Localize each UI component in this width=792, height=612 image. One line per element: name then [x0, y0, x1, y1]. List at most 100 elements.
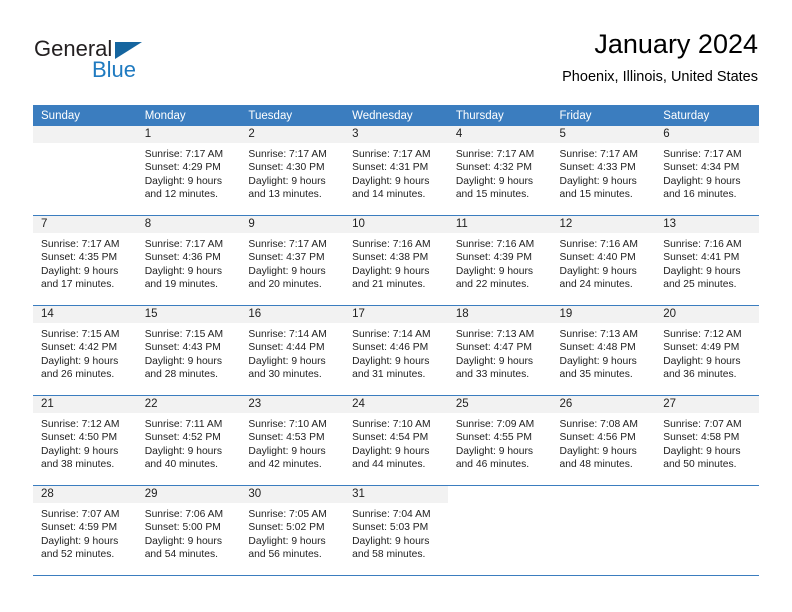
calendar-body: 1 Sunrise: 7:17 AM Sunset: 4:29 PM Daylight… [33, 126, 759, 576]
sunrise-time: Sunrise: 7:17 AM [144, 239, 224, 250]
day-number: 15 [136, 306, 241, 323]
sunrise-time: Sunrise: 7:12 AM [663, 329, 742, 340]
calendar-cell: 12 Sunrise: 7:16 AM Sunset: 4:40 PM Dayligh… [551, 216, 656, 306]
day-cell-24[interactable]: 24 Sunrise: 7:10 AM Sunset: 4:54 PM Dayligh… [344, 396, 448, 486]
sunset-time: Sunset: 4:38 PM [352, 252, 429, 264]
sunset-time: Sunset: 4:34 PM [663, 162, 740, 174]
daylight-duration-line1: Daylight: 9 hours [41, 265, 119, 277]
day-details: Sunrise: 7:17 AM Sunset: 4:37 PM Daylight:… [240, 233, 344, 291]
sunset-time: Sunset: 4:44 PM [248, 342, 325, 354]
day-cell-12[interactable]: 12 Sunrise: 7:16 AM Sunset: 4:40 PM Dayligh… [551, 216, 656, 306]
day-number [655, 486, 759, 503]
daylight-duration-line1: Daylight: 9 hours [352, 175, 430, 187]
day-details: Sunrise: 7:15 AM Sunset: 4:43 PM Daylight:… [137, 323, 241, 381]
weekday-header-wednesday: Wednesday [344, 105, 448, 126]
day-cell-10[interactable]: 10 Sunrise: 7:16 AM Sunset: 4:38 PM Dayligh… [344, 216, 448, 306]
day-details: Sunrise: 7:14 AM Sunset: 4:44 PM Daylight:… [240, 323, 344, 381]
daylight-duration-line1: Daylight: 9 hours [41, 445, 119, 457]
day-cell-4[interactable]: 4 Sunrise: 7:17 AM Sunset: 4:32 PM Daylight… [447, 126, 552, 216]
sunset-time: Sunset: 4:40 PM [559, 252, 636, 264]
page-subtitle-location: Phoenix, Illinois, United States [562, 69, 758, 85]
day-cell-1[interactable]: 1 Sunrise: 7:17 AM Sunset: 4:29 PM Daylight… [136, 126, 241, 216]
day-cell-25[interactable]: 25 Sunrise: 7:09 AM Sunset: 4:55 PM Dayligh… [447, 396, 552, 486]
sunrise-time: Sunrise: 7:16 AM [559, 239, 638, 250]
day-details: Sunrise: 7:13 AM Sunset: 4:47 PM Daylight:… [448, 323, 552, 381]
day-cell-8[interactable]: 8 Sunrise: 7:17 AM Sunset: 4:36 PM Daylight… [136, 216, 241, 306]
day-cell-11[interactable]: 11 Sunrise: 7:16 AM Sunset: 4:39 PM Dayligh… [447, 216, 552, 306]
sunrise-time: Sunrise: 7:08 AM [559, 419, 638, 430]
daylight-duration-line1: Daylight: 9 hours [455, 355, 534, 367]
sunrise-time: Sunrise: 7:11 AM [144, 419, 223, 430]
day-cell-13[interactable]: 13 Sunrise: 7:16 AM Sunset: 4:41 PM Dayligh… [655, 216, 759, 306]
day-cell-26[interactable]: 26 Sunrise: 7:08 AM Sunset: 4:56 PM Dayligh… [551, 396, 656, 486]
sunrise-time: Sunrise: 7:06 AM [144, 509, 224, 520]
sunset-time: Sunset: 4:39 PM [455, 252, 532, 264]
daylight-duration-line1: Daylight: 9 hours [455, 445, 534, 457]
daylight-duration-line1: Daylight: 9 hours [663, 175, 741, 187]
sunrise-time: Sunrise: 7:17 AM [455, 149, 535, 160]
day-number: 25 [447, 396, 552, 413]
day-cell-2[interactable]: 2 Sunrise: 7:17 AM Sunset: 4:30 PM Daylight… [240, 126, 345, 216]
day-cell-28[interactable]: 28 Sunrise: 7:07 AM Sunset: 4:59 PM Dayligh… [33, 486, 137, 576]
sunset-time: Sunset: 4:48 PM [559, 342, 636, 354]
calendar-cell: 15 Sunrise: 7:15 AM Sunset: 4:43 PM Dayligh… [136, 306, 241, 396]
daylight-duration-line2: and 38 minutes. [41, 458, 115, 470]
day-cell-27[interactable]: 27 Sunrise: 7:07 AM Sunset: 4:58 PM Dayligh… [655, 396, 759, 486]
day-cell-14[interactable]: 14 Sunrise: 7:15 AM Sunset: 4:42 PM Dayligh… [33, 306, 137, 396]
daylight-duration-line1: Daylight: 9 hours [41, 535, 119, 547]
weekday-header-monday: Monday [136, 105, 241, 126]
day-cell-17[interactable]: 17 Sunrise: 7:14 AM Sunset: 4:46 PM Dayligh… [344, 306, 448, 396]
day-cell-15[interactable]: 15 Sunrise: 7:15 AM Sunset: 4:43 PM Dayligh… [136, 306, 241, 396]
sunrise-time: Sunrise: 7:15 AM [144, 329, 224, 340]
day-cell-30[interactable]: 30 Sunrise: 7:05 AM Sunset: 5:02 PM Dayligh… [240, 486, 345, 576]
day-cell-29[interactable]: 29 Sunrise: 7:06 AM Sunset: 5:00 PM Dayligh… [136, 486, 241, 576]
day-cell-5[interactable]: 5 Sunrise: 7:17 AM Sunset: 4:33 PM Daylight… [551, 126, 656, 216]
daylight-duration-line1: Daylight: 9 hours [144, 445, 222, 457]
daylight-duration-line1: Daylight: 9 hours [248, 175, 326, 187]
sunset-time: Sunset: 5:03 PM [352, 522, 429, 534]
sunset-time: Sunset: 4:35 PM [41, 252, 118, 264]
daylight-duration-line2: and 40 minutes. [144, 458, 218, 470]
calendar-cell: 1 Sunrise: 7:17 AM Sunset: 4:29 PM Daylight… [136, 126, 241, 216]
calendar-cell: 10 Sunrise: 7:16 AM Sunset: 4:38 PM Dayligh… [344, 216, 448, 306]
sunset-time: Sunset: 4:47 PM [455, 342, 532, 354]
sunrise-time: Sunrise: 7:17 AM [248, 149, 327, 160]
sunrise-time: Sunrise: 7:09 AM [455, 419, 535, 430]
sunset-time: Sunset: 4:49 PM [663, 342, 740, 354]
day-cell-23[interactable]: 23 Sunrise: 7:10 AM Sunset: 4:53 PM Dayligh… [240, 396, 345, 486]
sunrise-time: Sunrise: 7:17 AM [41, 239, 120, 250]
sunset-time: Sunset: 4:53 PM [248, 432, 325, 444]
day-details: Sunrise: 7:15 AM Sunset: 4:42 PM Daylight:… [33, 323, 137, 381]
day-cell-20[interactable]: 20 Sunrise: 7:12 AM Sunset: 4:49 PM Dayligh… [655, 306, 759, 396]
daylight-duration-line2: and 15 minutes. [455, 188, 530, 200]
calendar-cell: 19 Sunrise: 7:13 AM Sunset: 4:48 PM Dayligh… [551, 306, 656, 396]
day-cell-6[interactable]: 6 Sunrise: 7:17 AM Sunset: 4:34 PM Daylight… [655, 126, 759, 216]
day-cell-21[interactable]: 21 Sunrise: 7:12 AM Sunset: 4:50 PM Dayligh… [33, 396, 137, 486]
calendar-cell: 25 Sunrise: 7:09 AM Sunset: 4:55 PM Dayligh… [447, 396, 552, 486]
day-cell-9[interactable]: 9 Sunrise: 7:17 AM Sunset: 4:37 PM Daylight… [240, 216, 345, 306]
calendar-cell: 24 Sunrise: 7:10 AM Sunset: 4:54 PM Dayligh… [344, 396, 448, 486]
sunrise-time: Sunrise: 7:17 AM [248, 239, 327, 250]
day-details: Sunrise: 7:16 AM Sunset: 4:38 PM Daylight:… [344, 233, 448, 291]
day-number: 10 [344, 216, 448, 233]
day-number: 2 [240, 126, 345, 143]
logo-text-blue: Blue [92, 57, 137, 82]
weekday-header-row: Sunday Monday Tuesday Wednesday Thursday Frid… [33, 105, 759, 126]
day-cell-16[interactable]: 16 Sunrise: 7:14 AM Sunset: 4:44 PM Dayligh… [240, 306, 345, 396]
daylight-duration-line1: Daylight: 9 hours [248, 355, 326, 367]
day-cell-3[interactable]: 3 Sunrise: 7:17 AM Sunset: 4:31 PM Daylight… [344, 126, 448, 216]
daylight-duration-line2: and 33 minutes. [455, 368, 530, 380]
day-cell-31[interactable]: 31 Sunrise: 7:04 AM Sunset: 5:03 PM Dayligh… [344, 486, 448, 576]
sunset-time: Sunset: 4:50 PM [41, 432, 118, 444]
day-cell-19[interactable]: 19 Sunrise: 7:13 AM Sunset: 4:48 PM Dayligh… [551, 306, 656, 396]
day-details: Sunrise: 7:17 AM Sunset: 4:29 PM Daylight:… [137, 143, 241, 201]
day-cell-18[interactable]: 18 Sunrise: 7:13 AM Sunset: 4:47 PM Dayligh… [447, 306, 552, 396]
general-blue-logo[interactable]: General Blue [34, 36, 234, 88]
calendar-cell: 30 Sunrise: 7:05 AM Sunset: 5:02 PM Dayligh… [240, 486, 345, 576]
sunrise-time: Sunrise: 7:10 AM [352, 419, 431, 430]
day-cell-22[interactable]: 22 Sunrise: 7:11 AM Sunset: 4:52 PM Dayligh… [136, 396, 241, 486]
day-cell-empty [33, 126, 137, 216]
calendar-cell: 22 Sunrise: 7:11 AM Sunset: 4:52 PM Dayligh… [136, 396, 241, 486]
calendar-cell: 26 Sunrise: 7:08 AM Sunset: 4:56 PM Dayligh… [551, 396, 656, 486]
day-cell-7[interactable]: 7 Sunrise: 7:17 AM Sunset: 4:35 PM Daylight… [33, 216, 137, 306]
